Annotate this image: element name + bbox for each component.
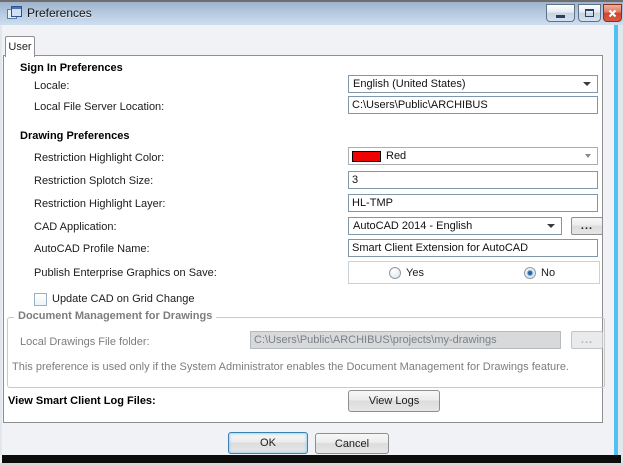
update-cad-checkbox[interactable]	[34, 293, 47, 306]
publish-radio-group: Yes No	[348, 261, 600, 284]
radio-no-label: No	[541, 266, 556, 279]
tab-user-label: User	[8, 41, 32, 53]
locale-label: Locale:	[34, 80, 70, 92]
ok-button-label: OK	[260, 437, 276, 449]
ok-button[interactable]: OK	[228, 432, 308, 454]
drawings-folder-input	[250, 331, 561, 349]
update-cad-label: Update CAD on Grid Change	[52, 293, 195, 305]
app-icon	[7, 6, 22, 20]
tab-user[interactable]: User	[5, 36, 35, 57]
locale-value: English (United States)	[353, 78, 466, 90]
locale-dropdown[interactable]: English (United States)	[348, 75, 598, 93]
view-logs-button[interactable]: View Logs	[348, 390, 440, 412]
ellipsis-icon: ...	[580, 334, 594, 346]
highlight-color-value: Red	[386, 150, 407, 162]
drawings-folder-browse-button: ...	[571, 331, 603, 349]
profile-name-label: AutoCAD Profile Name:	[34, 243, 150, 255]
view-logs-button-label: View Logs	[368, 395, 420, 407]
maximize-icon	[585, 9, 594, 17]
ellipsis-icon: ...	[580, 220, 594, 232]
publish-graphics-label: Publish Enterprise Graphics on Save:	[34, 267, 217, 279]
cad-application-label: CAD Application:	[34, 221, 117, 233]
window-left-edge	[0, 25, 2, 455]
highlight-color-dropdown[interactable]: Red	[348, 147, 598, 165]
chevron-down-icon	[585, 154, 591, 158]
app-icon-front-layer	[11, 6, 22, 17]
view-logs-label: View Smart Client Log Files:	[8, 395, 156, 407]
highlight-color-label: Restriction Highlight Color:	[34, 152, 165, 164]
radio-unselected-icon	[389, 266, 401, 279]
radio-yes[interactable]: Yes	[389, 266, 424, 279]
cad-browse-button[interactable]: ...	[571, 217, 603, 235]
splotch-size-input[interactable]	[348, 171, 598, 189]
highlight-layer-label: Restriction Highlight Layer:	[34, 198, 166, 210]
radio-selected-icon	[524, 266, 536, 279]
highlight-layer-input[interactable]	[348, 194, 598, 212]
titlebar	[0, 2, 623, 25]
window-bottom-bar	[2, 455, 621, 463]
drawing-heading: Drawing Preferences	[20, 130, 130, 142]
close-button[interactable]	[603, 4, 622, 22]
cancel-button-label: Cancel	[334, 437, 370, 450]
cad-application-dropdown[interactable]: AutoCAD 2014 - English	[348, 217, 562, 235]
chevron-down-icon	[583, 82, 591, 86]
window-right-edge	[618, 25, 623, 463]
doc-mgmt-groupbox	[7, 317, 605, 388]
radio-yes-label: Yes	[406, 266, 424, 279]
cancel-button[interactable]: Cancel	[315, 433, 389, 454]
cad-application-value: AutoCAD 2014 - English	[353, 220, 473, 232]
window-title: Preferences	[27, 6, 92, 20]
profile-name-input[interactable]	[348, 239, 598, 257]
minimize-icon	[556, 15, 565, 18]
chevron-down-icon	[547, 224, 555, 228]
doc-mgmt-group-label: Document Management for Drawings	[14, 310, 217, 322]
drawings-folder-label: Local Drawings File folder:	[20, 336, 150, 348]
close-icon	[608, 9, 617, 17]
color-swatch	[352, 150, 381, 162]
sign-in-heading: Sign In Preferences	[20, 62, 123, 74]
doc-mgmt-note: This preference is used only if the Syst…	[12, 361, 569, 373]
file-server-label: Local File Server Location:	[34, 101, 165, 113]
maximize-button[interactable]	[578, 4, 601, 22]
window-accent-border	[614, 25, 618, 455]
file-server-input[interactable]	[348, 96, 598, 114]
splotch-size-label: Restriction Splotch Size:	[34, 175, 154, 187]
radio-no[interactable]: No	[524, 266, 556, 279]
minimize-button[interactable]	[546, 4, 575, 22]
preferences-dialog: Preferences User Sign In Preferences Loc…	[0, 0, 623, 466]
